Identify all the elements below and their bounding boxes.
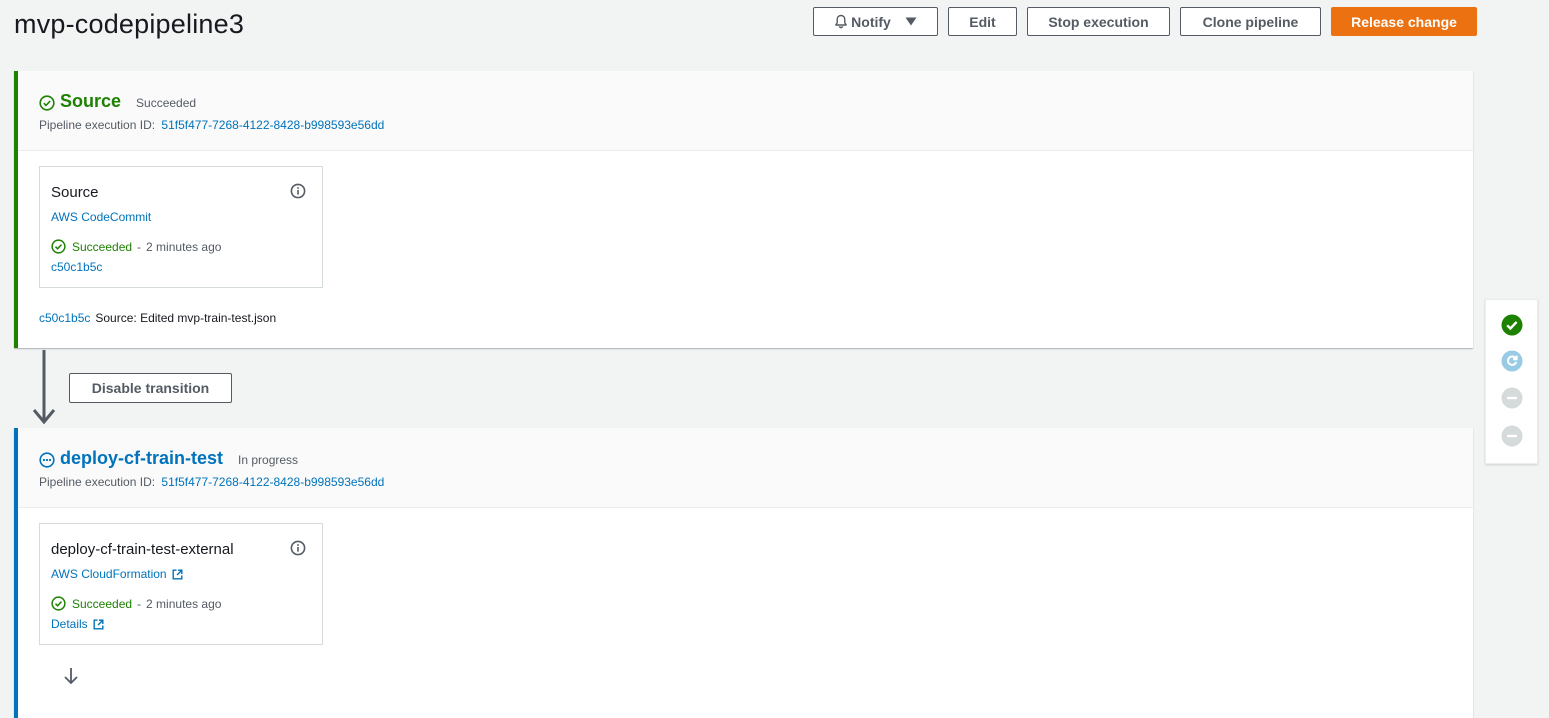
caret-down-icon <box>905 17 917 26</box>
commit-message: Source: Edited mvp-train-test.json <box>95 311 277 325</box>
minus-circle-icon[interactable] <box>1501 387 1523 409</box>
action-card: deploy-cf-train-test-external AWS CloudF… <box>39 523 323 645</box>
bell-icon <box>834 14 848 29</box>
info-icon[interactable] <box>290 183 306 204</box>
check-circle-icon <box>51 596 66 611</box>
commit-link[interactable]: c50c1b5c <box>51 260 102 274</box>
details-link[interactable]: Details <box>51 617 88 631</box>
notify-button[interactable]: Notify <box>813 7 938 36</box>
execution-id-link[interactable]: 51f5f477-7268-4122-8428-b998593e56dd <box>161 475 384 489</box>
stage-status: Succeeded <box>136 96 197 110</box>
external-link-icon[interactable] <box>172 569 183 580</box>
action-status: Succeeded <box>72 239 133 254</box>
commit-summary: c50c1b5c Source: Edited mvp-train-test.js… <box>39 311 276 325</box>
transition-arrow-icon <box>31 350 57 429</box>
stage-deploy-cf-train-test: deploy-cf-train-test In progress Pipelin… <box>14 428 1473 718</box>
action-status: Succeeded <box>72 596 133 611</box>
action-provider-link[interactable]: AWS CodeCommit <box>51 210 151 224</box>
stage-name[interactable]: deploy-cf-train-test <box>60 448 223 469</box>
execution-id-label: Pipeline execution ID: <box>39 118 156 132</box>
external-link-icon[interactable] <box>93 619 104 630</box>
check-circle-icon <box>51 239 66 254</box>
stage-name[interactable]: Source <box>60 91 121 112</box>
in-progress-icon <box>39 450 55 468</box>
stage-status-rail <box>1485 299 1538 464</box>
stage-status: In progress <box>238 453 299 467</box>
status-separator: - <box>137 596 142 611</box>
clone-pipeline-button[interactable]: Clone pipeline <box>1180 7 1321 36</box>
stage-header: Source Succeeded Pipeline execution ID: … <box>18 71 1473 151</box>
action-time: 2 minutes ago <box>146 239 222 254</box>
action-name: Source <box>51 184 99 201</box>
minus-circle-icon[interactable] <box>1501 425 1523 447</box>
arrow-down-icon <box>63 667 79 690</box>
commit-id-link[interactable]: c50c1b5c <box>39 311 90 325</box>
check-circle-icon <box>39 93 55 111</box>
page-title: mvp-codepipeline3 <box>14 9 245 39</box>
info-icon[interactable] <box>290 540 306 561</box>
stop-execution-button[interactable]: Stop execution <box>1027 7 1170 36</box>
check-filled-icon[interactable] <box>1501 314 1523 336</box>
action-provider-link[interactable]: AWS CloudFormation <box>51 567 167 581</box>
disable-transition-button[interactable]: Disable transition <box>69 373 232 403</box>
action-card: Source AWS CodeCommit Succeeded - 2 minu… <box>39 166 323 288</box>
edit-button[interactable]: Edit <box>948 7 1017 36</box>
execution-id-label: Pipeline execution ID: <box>39 475 156 489</box>
action-name: deploy-cf-train-test-external <box>51 541 234 558</box>
action-time: 2 minutes ago <box>146 596 222 611</box>
execution-id-link[interactable]: 51f5f477-7268-4122-8428-b998593e56dd <box>161 118 384 132</box>
refresh-icon[interactable] <box>1501 350 1523 372</box>
stage-source: Source Succeeded Pipeline execution ID: … <box>14 71 1473 348</box>
status-separator: - <box>137 239 142 254</box>
notify-label: Notify <box>851 13 891 30</box>
stage-header: deploy-cf-train-test In progress Pipelin… <box>18 428 1473 508</box>
release-change-button[interactable]: Release change <box>1331 7 1477 36</box>
